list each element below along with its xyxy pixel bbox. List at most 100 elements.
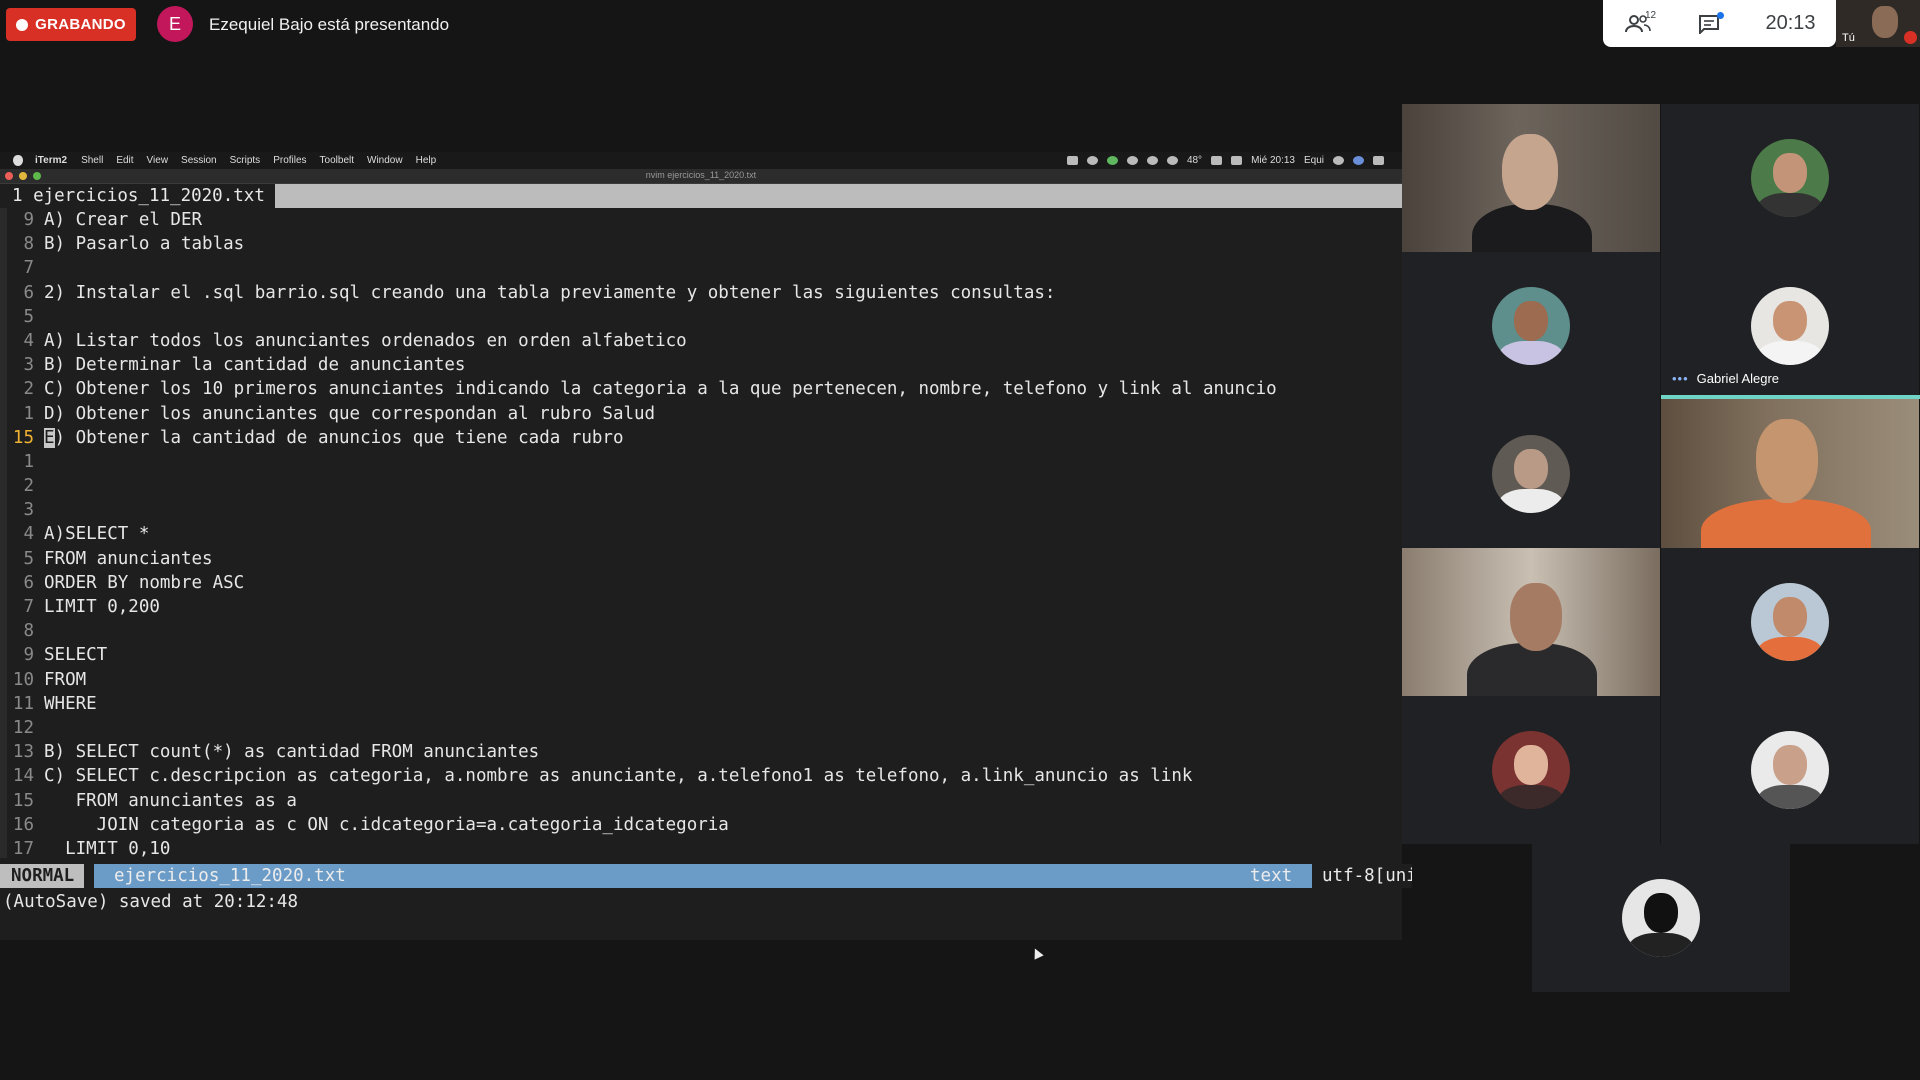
recording-label: GRABANDO [35,16,126,33]
buffer-line[interactable]: 4 A)SELECT * [0,522,1402,546]
line-number: 17 [12,838,34,859]
line-number: 6 [23,572,34,593]
menu-toolbelt[interactable]: Toolbelt [320,155,354,166]
line-text: FROM anunciantes as a [44,790,297,811]
avatar [1751,731,1829,809]
check-icon[interactable] [1106,156,1118,165]
buffer-line[interactable]: 2 [0,474,1402,498]
menu-help[interactable]: Help [416,155,437,166]
nvim-editor[interactable]: 1 ejercicios_11_2020.txt 9 A) Crear el DE… [0,184,1412,960]
window-title: nvim ejercicios_11_2020.txt [645,170,757,180]
line-number: 4 [23,330,34,351]
mac-clock[interactable]: Mié 20:13 [1251,155,1295,166]
mac-user[interactable]: Equi [1304,155,1324,166]
buffer-line[interactable]: 17 LIMIT 0,10 [0,837,1402,861]
vim-tab[interactable]: 1 ejercicios_11_2020.txt [0,184,275,208]
avatar-head [1514,301,1548,341]
menu-window[interactable]: Window [367,155,403,166]
line-text: 2) Instalar el .sql barrio.sql creando u… [44,282,1056,303]
line-text: B) Determinar la cantidad de anunciantes [44,355,466,376]
buffer-line[interactable]: 1 D) Obtener los anunciantes que correspo… [0,402,1402,426]
participant-tile-active[interactable] [1661,399,1919,548]
chat-button[interactable] [1673,11,1745,34]
gear-icon[interactable] [1126,156,1138,165]
participant-tile[interactable] [1402,104,1660,252]
avatar-body [1628,933,1694,957]
mouse-cursor-icon [1030,946,1044,960]
buffer-line[interactable]: 7 LIMIT 0,200 [0,595,1402,619]
participant-tile[interactable] [1532,844,1790,992]
recording-badge: GRABANDO [6,8,136,41]
menu-app-name[interactable]: iTerm2 [35,155,67,166]
video-person-head [1510,583,1562,651]
avatar [1751,583,1829,661]
siri-icon[interactable] [1353,156,1364,165]
buffer-line[interactable]: 10 FROM [0,668,1402,692]
speaker-name: Gabriel Alegre [1696,371,1780,386]
line-text: D) Obtener los anunciantes que correspon… [44,403,656,424]
cloud-icon[interactable] [1086,156,1098,165]
line-number: 6 [23,282,34,303]
line-text: SELECT [44,645,108,666]
menu-session[interactable]: Session [181,155,217,166]
participant-tile[interactable] [1402,548,1660,696]
buffer-line[interactable]: 16 JOIN categoria as c ON c.idcategoria=… [0,813,1402,837]
buffer-line[interactable]: 11 WHERE [0,692,1402,716]
participants-count: 12 [1645,9,1657,21]
line-text: LIMIT 0,200 [44,597,160,617]
line-text: A) Crear el DER [44,210,203,230]
participant-tile[interactable] [1661,696,1919,844]
self-view-tile[interactable]: Tú [1836,0,1920,47]
buffer-line[interactable]: 6 ORDER BY nombre ASC [0,571,1402,595]
text-cursor: E [44,427,55,448]
mic-muted-icon [1904,31,1917,44]
buffer-line[interactable]: 9 A) Crear el DER [0,208,1402,232]
participant-tile[interactable] [1661,548,1919,696]
spotlight-icon[interactable] [1333,156,1344,165]
buffer-line[interactable]: 14 C) SELECT c.descripcion as categoria, … [0,764,1402,788]
buffer-line[interactable]: 3 B) Determinar la cantidad de anunciante… [0,353,1402,377]
participants-button[interactable]: 12 [1603,10,1673,34]
menu-edit[interactable]: Edit [116,155,133,166]
speaking-indicator-icon: ••• [1672,371,1689,386]
participant-tile[interactable] [1402,252,1660,400]
buffer-line[interactable]: 15 FROM anunciantes as a [0,789,1402,813]
buffer-line[interactable]: 8 [0,619,1402,643]
presenter-avatar: E [157,6,193,42]
buffer-line[interactable]: 6 2) Instalar el .sql barrio.sql creando … [0,281,1402,305]
buffer-line[interactable]: 12 [0,716,1402,740]
buffer-line[interactable]: 7 [0,256,1402,280]
buffer-line[interactable]: 2 C) Obtener los 10 primeros anunciantes … [0,377,1402,401]
participant-tile[interactable] [1402,400,1660,548]
menubar-status-area: 48° Mié 20:13 Equi [1066,152,1384,169]
buffer-line[interactable]: 5 [0,305,1402,329]
buffer-line[interactable]: 4 A) Listar todos los anunciantes ordenad… [0,329,1402,353]
buffer-line[interactable]: 5 FROM anunciantes [0,547,1402,571]
menu-scripts[interactable]: Scripts [230,155,261,166]
weather-icon[interactable] [1146,156,1158,165]
avatar-head [1773,597,1807,637]
line-text: LIMIT 0,10 [44,838,171,859]
volume-icon[interactable] [1231,156,1243,165]
buffer-line[interactable]: 13 B) SELECT count(*) as cantidad FROM an… [0,740,1402,764]
meeting-controls-card: 12 20:13 [1603,0,1836,47]
avatar-head [1773,301,1807,341]
display-icon[interactable] [1066,156,1078,165]
buffer-line[interactable]: 9 SELECT [0,643,1402,667]
menu-shell[interactable]: Shell [81,155,103,166]
search-status-icon[interactable] [1166,156,1178,165]
avatar-head [1514,745,1548,785]
buffer-line[interactable]: 8 B) Pasarlo a tablas [0,232,1402,256]
eject-icon[interactable] [1211,156,1223,165]
menu-profiles[interactable]: Profiles [273,155,306,166]
participant-tile[interactable] [1402,696,1660,844]
buffer-line[interactable]: 15 E) Obtener la cantidad de anuncios que… [0,426,1402,450]
line-text: ORDER BY nombre ASC [44,572,245,593]
line-text-rest: ) Obtener la cantidad de anuncios que ti… [54,427,624,448]
participant-tile[interactable] [1661,104,1919,252]
vim-buffer[interactable]: 9 A) Crear el DER 8 B) Pasarlo a tablas 7 6 2)… [0,208,1402,861]
list-icon[interactable] [1373,156,1384,165]
buffer-line[interactable]: 3 [0,498,1402,522]
buffer-line[interactable]: 1 [0,450,1402,474]
menu-view[interactable]: View [147,155,169,166]
